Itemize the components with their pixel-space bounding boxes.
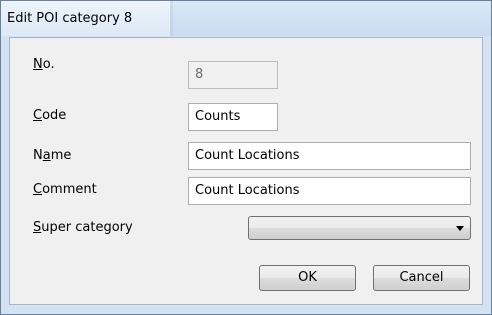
- code-label-accel: C: [33, 108, 43, 123]
- code-label-rest: ode: [42, 108, 67, 123]
- no-field: 8: [188, 61, 278, 89]
- super-category-dropdown[interactable]: [248, 216, 471, 240]
- ok-button[interactable]: OK: [259, 265, 356, 291]
- super-category-label: Super category: [33, 220, 133, 235]
- title-tab: Edit POI category 8: [1, 1, 171, 36]
- comment-label-accel: C: [33, 182, 43, 197]
- super-category-label-rest: uper category: [41, 220, 133, 235]
- no-label-accel: N: [33, 57, 43, 72]
- comment-label-rest: omment: [42, 182, 97, 197]
- code-field[interactable]: Counts: [188, 103, 278, 131]
- name-field[interactable]: Count Locations: [188, 142, 471, 170]
- name-label-pre: N: [33, 148, 43, 163]
- dialog-window: Edit POI category 8 No. 8 Code Counts Na…: [0, 0, 492, 315]
- title-bar[interactable]: Edit POI category 8: [1, 1, 491, 36]
- dialog-body: No. 8 Code Counts Name Count Locations C…: [9, 37, 483, 305]
- comment-field[interactable]: Count Locations: [188, 177, 471, 205]
- name-label: Name: [33, 148, 71, 163]
- no-label: No.: [33, 57, 55, 72]
- name-label-rest: me: [50, 148, 72, 163]
- code-label: Code: [33, 108, 66, 123]
- cancel-button[interactable]: Cancel: [373, 265, 470, 291]
- no-label-rest: o.: [42, 57, 55, 72]
- title-tab-edge: [170, 1, 173, 36]
- name-label-accel: a: [42, 148, 51, 163]
- chevron-down-icon: [456, 226, 464, 231]
- comment-label: Comment: [33, 182, 97, 197]
- window-title: Edit POI category 8: [7, 11, 133, 26]
